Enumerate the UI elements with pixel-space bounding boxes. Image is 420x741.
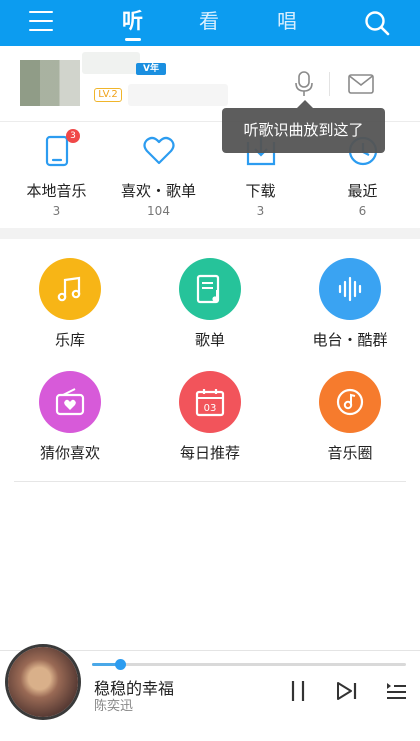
feature-circle: 03 xyxy=(179,371,241,433)
level-badge[interactable]: LV.2 xyxy=(94,88,122,102)
quick-label: 下载 xyxy=(245,182,276,200)
heart-icon xyxy=(143,136,175,165)
album-art[interactable] xyxy=(8,647,78,717)
next-track-icon[interactable] xyxy=(336,681,358,701)
header-divider xyxy=(329,72,330,96)
feature-circle xyxy=(39,371,101,433)
feature-label: 每日推荐 xyxy=(179,444,240,462)
bio-blurred xyxy=(128,84,228,106)
quick-label: 喜欢・歌单 xyxy=(120,182,196,200)
quick-label: 本地音乐 xyxy=(26,182,87,200)
disc-note-icon xyxy=(336,388,364,416)
avatar[interactable] xyxy=(20,60,80,106)
tab-sing[interactable]: 唱 xyxy=(277,6,297,40)
feature-circle xyxy=(39,258,101,320)
feature-label: 歌单 xyxy=(194,331,225,349)
mail-icon[interactable] xyxy=(348,74,374,94)
feature-radio[interactable]: 电台・酷群 xyxy=(280,239,420,354)
playlist-icon xyxy=(196,274,220,304)
quick-count: 3 xyxy=(256,204,265,218)
search-icon[interactable] xyxy=(363,9,391,37)
pause-icon[interactable] xyxy=(288,679,308,703)
music-note-icon xyxy=(57,276,81,302)
feature-music-library[interactable]: 乐库 xyxy=(0,239,140,354)
tab-listen[interactable]: 听 xyxy=(122,6,143,40)
top-app-bar: 听 看 唱 xyxy=(0,0,420,46)
feature-label: 乐库 xyxy=(54,331,85,349)
feature-circle xyxy=(319,258,381,320)
feature-label: 电台・酷群 xyxy=(312,331,388,349)
playlist-queue-icon[interactable] xyxy=(385,681,407,701)
radio-heart-icon xyxy=(55,388,85,416)
feature-guess-you-like[interactable]: 猜你喜欢 xyxy=(0,352,140,467)
feature-music-circle[interactable]: 音乐圈 xyxy=(280,352,420,467)
active-tab-indicator xyxy=(125,38,141,41)
username-blurred xyxy=(82,52,140,74)
soundwave-icon xyxy=(338,276,362,302)
section-separator xyxy=(0,228,420,239)
calendar-icon: 03 xyxy=(195,389,225,417)
mini-player[interactable]: 稳稳的幸福 陈奕迅 xyxy=(0,647,420,741)
feature-label: 音乐圈 xyxy=(327,444,373,462)
quick-favorites[interactable]: 喜欢・歌单 104 xyxy=(106,122,211,228)
grid-bottom-divider xyxy=(14,481,406,482)
progress-bar[interactable] xyxy=(92,659,406,670)
menu-icon[interactable] xyxy=(29,11,53,33)
feature-daily-recommend[interactable]: 03 每日推荐 xyxy=(140,352,280,467)
progress-knob[interactable] xyxy=(115,659,127,670)
quick-label: 最近 xyxy=(347,182,378,200)
feature-label: 猜你喜欢 xyxy=(39,444,100,462)
song-artist: 陈奕迅 xyxy=(94,699,134,714)
quick-count: 3 xyxy=(52,204,61,218)
feature-circle xyxy=(179,258,241,320)
notification-badge: 3 xyxy=(66,129,80,143)
feature-circle xyxy=(319,371,381,433)
microphone-icon[interactable] xyxy=(294,70,314,98)
quick-local-music[interactable]: 3 本地音乐 3 xyxy=(4,122,109,228)
quick-count: 6 xyxy=(358,204,367,218)
calendar-day-text: 03 xyxy=(204,403,217,414)
feature-grid: 乐库 歌单 电台・酷群 猜你喜欢 03 每日推荐 音乐圈 xyxy=(0,239,420,481)
vip-badge[interactable]: V年 xyxy=(136,63,166,75)
feature-playlist[interactable]: 歌单 xyxy=(140,239,280,354)
quick-count: 104 xyxy=(147,204,170,218)
song-recognition-tooltip: 听歌识曲放到这了 xyxy=(222,100,385,153)
tab-watch[interactable]: 看 xyxy=(199,6,219,40)
